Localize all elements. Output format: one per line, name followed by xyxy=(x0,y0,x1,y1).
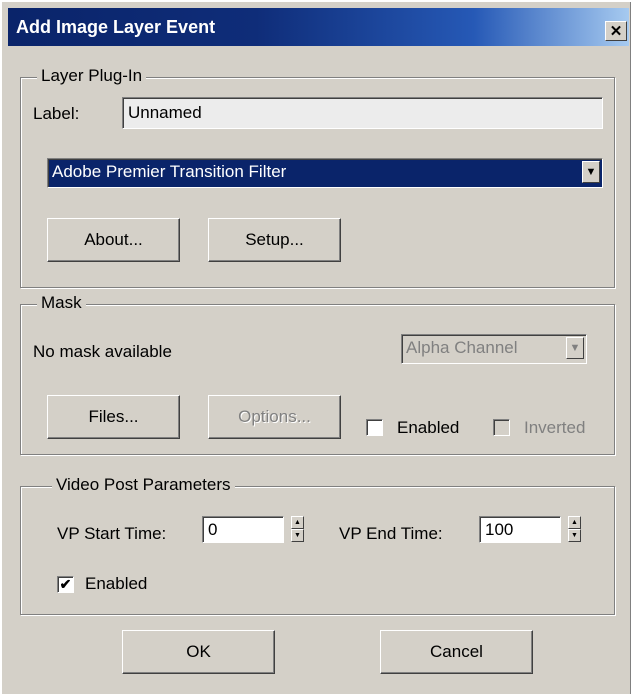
layer-plugin-group: Layer Plug-In Label: Unnamed Adobe Premi… xyxy=(20,66,615,288)
spinner-up-icon[interactable]: ▲ xyxy=(291,516,304,529)
spinner-down-icon[interactable]: ▼ xyxy=(568,529,581,542)
vp-end-input[interactable]: 100 xyxy=(479,516,561,543)
files-button-label: Files... xyxy=(88,407,139,426)
close-button[interactable]: ✕ xyxy=(605,21,627,41)
vp-enabled-checkbox[interactable]: ✔ xyxy=(57,576,74,593)
checkmark-icon: ✔ xyxy=(59,576,72,592)
mask-status-text: No mask available xyxy=(33,342,172,361)
options-button-label: Options... xyxy=(238,407,311,426)
vp-enabled-label[interactable]: Enabled xyxy=(85,574,147,594)
spinner-up-icon[interactable]: ▲ xyxy=(568,516,581,529)
mask-legend: Mask xyxy=(37,293,86,313)
vp-start-value: 0 xyxy=(208,520,218,539)
mask-channel-value: Alpha Channel xyxy=(406,338,518,357)
vp-end-spinner[interactable]: ▲ ▼ xyxy=(568,516,581,542)
cancel-button-label: Cancel xyxy=(430,642,483,661)
spinner-down-icon[interactable]: ▼ xyxy=(291,529,304,542)
mask-channel-dropdown[interactable]: Alpha Channel ▼ xyxy=(401,334,587,364)
vp-end-label: VP End Time: xyxy=(339,524,443,543)
mask-inverted-checkbox[interactable] xyxy=(493,419,510,436)
setup-button-label: Setup... xyxy=(245,230,304,249)
label-input[interactable]: Unnamed xyxy=(122,97,603,129)
plugin-dropdown-value: Adobe Premier Transition Filter xyxy=(52,162,287,181)
mask-enabled-checkbox[interactable] xyxy=(366,419,383,436)
chevron-down-icon[interactable]: ▼ xyxy=(582,161,600,183)
vp-parameters-group: Video Post Parameters VP Start Time: 0 ▲… xyxy=(20,475,615,615)
chevron-down-icon[interactable]: ▼ xyxy=(566,337,584,359)
cancel-button[interactable]: Cancel xyxy=(380,630,533,674)
files-button[interactable]: Files... xyxy=(47,395,180,439)
window-title: Add Image Layer Event xyxy=(16,17,216,37)
mask-inverted-label[interactable]: Inverted xyxy=(524,418,585,438)
layer-plugin-legend: Layer Plug-In xyxy=(37,66,147,86)
label-input-value: Unnamed xyxy=(128,103,202,122)
vp-start-input[interactable]: 0 xyxy=(202,516,284,543)
about-button-label: About... xyxy=(84,230,143,249)
about-button[interactable]: About... xyxy=(47,218,180,262)
vp-start-label: VP Start Time: xyxy=(57,524,167,543)
vp-start-spinner[interactable]: ▲ ▼ xyxy=(291,516,304,542)
dialog-window: Add Image Layer Event ✕ Layer Plug-In La… xyxy=(0,0,631,694)
vp-parameters-legend: Video Post Parameters xyxy=(52,475,235,495)
label-caption: Label: xyxy=(33,104,80,123)
plugin-dropdown[interactable]: Adobe Premier Transition Filter ▼ xyxy=(47,158,603,188)
vp-end-value: 100 xyxy=(485,520,514,539)
setup-button[interactable]: Setup... xyxy=(208,218,341,262)
ok-button-label: OK xyxy=(186,642,211,661)
mask-group: Mask No mask available Alpha Channel ▼ F… xyxy=(20,293,615,455)
options-button[interactable]: Options... xyxy=(208,395,341,439)
mask-enabled-label[interactable]: Enabled xyxy=(397,418,459,438)
close-icon: ✕ xyxy=(609,23,623,40)
title-bar[interactable]: Add Image Layer Event ✕ xyxy=(8,8,629,46)
ok-button[interactable]: OK xyxy=(122,630,275,674)
